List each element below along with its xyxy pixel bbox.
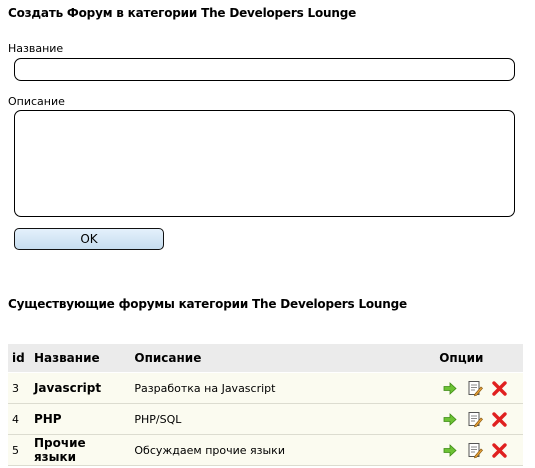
column-header-options: Опции xyxy=(435,344,523,373)
row-id: 4 xyxy=(8,403,30,435)
name-input[interactable] xyxy=(14,58,515,81)
arrow-right-icon[interactable] xyxy=(441,442,458,459)
delete-icon[interactable] xyxy=(491,442,508,459)
edit-icon[interactable] xyxy=(466,442,484,459)
row-description: PHP/SQL xyxy=(130,403,436,435)
description-textarea[interactable] xyxy=(14,110,515,217)
description-label: Описание xyxy=(8,95,65,108)
row-name: Прочие языки xyxy=(29,434,131,466)
name-label: Название xyxy=(8,42,64,55)
table-row: 5 Прочие языки Обсуждаем прочие языки xyxy=(8,434,523,466)
delete-icon[interactable] xyxy=(491,411,508,428)
row-options xyxy=(435,403,523,435)
column-header-name: Название xyxy=(29,344,131,373)
row-name: PHP xyxy=(29,403,131,435)
ok-button[interactable]: OK xyxy=(14,228,164,250)
row-id: 3 xyxy=(8,372,30,404)
row-description: Обсуждаем прочие языки xyxy=(130,434,436,466)
delete-icon[interactable] xyxy=(491,380,508,397)
existing-forums-title: Существующие форумы категории The Develo… xyxy=(8,297,407,311)
table-header-row: id Название Описание Опции xyxy=(8,344,523,373)
table-row: 4 PHP PHP/SQL xyxy=(8,403,523,435)
edit-icon[interactable] xyxy=(466,411,484,428)
table-row: 3 Javascript Разработка на Javascript xyxy=(8,372,523,404)
row-id: 5 xyxy=(8,434,30,466)
forums-table: id Название Описание Опции 3 Javascript Ра… xyxy=(8,344,523,466)
row-name: Javascript xyxy=(29,372,131,404)
create-forum-title: Создать Форум в категории The Developers… xyxy=(8,6,357,20)
row-description: Разработка на Javascript xyxy=(130,372,436,404)
column-header-description: Описание xyxy=(130,344,436,373)
arrow-right-icon[interactable] xyxy=(441,380,458,397)
column-header-id: id xyxy=(8,344,30,373)
edit-icon[interactable] xyxy=(466,380,484,397)
arrow-right-icon[interactable] xyxy=(441,411,458,428)
row-options xyxy=(435,372,523,404)
row-options xyxy=(435,434,523,466)
